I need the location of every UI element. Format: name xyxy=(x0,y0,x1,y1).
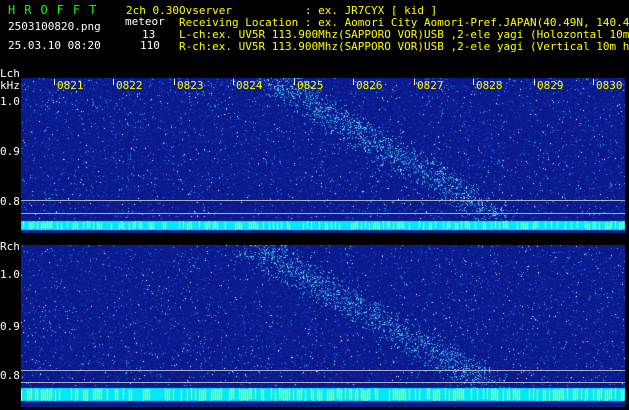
time-tick-label: 0821 xyxy=(57,79,84,92)
rch-info-line: R-ch:ex. UV5R 113.900Mhz(SAPPORO VOR)USB… xyxy=(179,41,629,53)
lch-ref-line-upper xyxy=(21,200,625,201)
time-tick-mark xyxy=(534,79,535,85)
time-tick-mark xyxy=(473,79,474,85)
brand-title: HROFFT xyxy=(8,3,106,17)
time-tick-mark xyxy=(294,79,295,85)
meteor-label: meteor xyxy=(125,15,165,28)
rch-ylabel-2: 0.9 xyxy=(0,320,20,333)
location-line: Receiving Location : ex. Aomori City Aom… xyxy=(179,16,629,29)
datetime-label: 25.03.10 08:20 xyxy=(8,39,101,52)
rch-ylabel-1: 1.0 xyxy=(0,268,20,281)
time-tick-label: 0829 xyxy=(537,79,564,92)
rch-ref-line-upper xyxy=(21,370,625,371)
time-tick-label: 0822 xyxy=(116,79,143,92)
lch-spectrogram xyxy=(21,78,625,233)
time-tick-mark xyxy=(353,79,354,85)
time-tick-label: 0828 xyxy=(476,79,503,92)
lch-ref-line-lower xyxy=(21,213,625,214)
time-tick-mark xyxy=(233,79,234,85)
time-tick-mark xyxy=(174,79,175,85)
filename-label: 2503100820.png xyxy=(8,20,101,33)
rch-meteor-count: 110 xyxy=(140,39,160,52)
lch-info-line: L-ch:ex. UV5R 113.900Mhz(SAPPORO VOR)USB… xyxy=(179,29,629,41)
rch-ylabel-3: 0.8 xyxy=(0,369,20,382)
lch-ylabel-1: 1.0 xyxy=(0,95,20,108)
rch-channel-label: Rch xyxy=(0,240,20,253)
time-tick-label: 0825 xyxy=(297,79,324,92)
lch-ylabel-3: 0.8 xyxy=(0,195,20,208)
time-tick-label: 0830 xyxy=(596,79,623,92)
time-tick-mark xyxy=(414,79,415,85)
time-tick-mark xyxy=(593,79,594,85)
time-tick-label: 0826 xyxy=(356,79,383,92)
rch-ref-line-lower xyxy=(21,382,625,383)
time-tick-label: 0827 xyxy=(417,79,444,92)
lch-ylabel-2: 0.9 xyxy=(0,145,20,158)
time-tick-mark xyxy=(54,79,55,85)
time-tick-mark xyxy=(113,79,114,85)
time-tick-label: 0824 xyxy=(236,79,263,92)
lch-unit-label: kHz xyxy=(0,79,20,92)
time-tick-label: 0823 xyxy=(177,79,204,92)
